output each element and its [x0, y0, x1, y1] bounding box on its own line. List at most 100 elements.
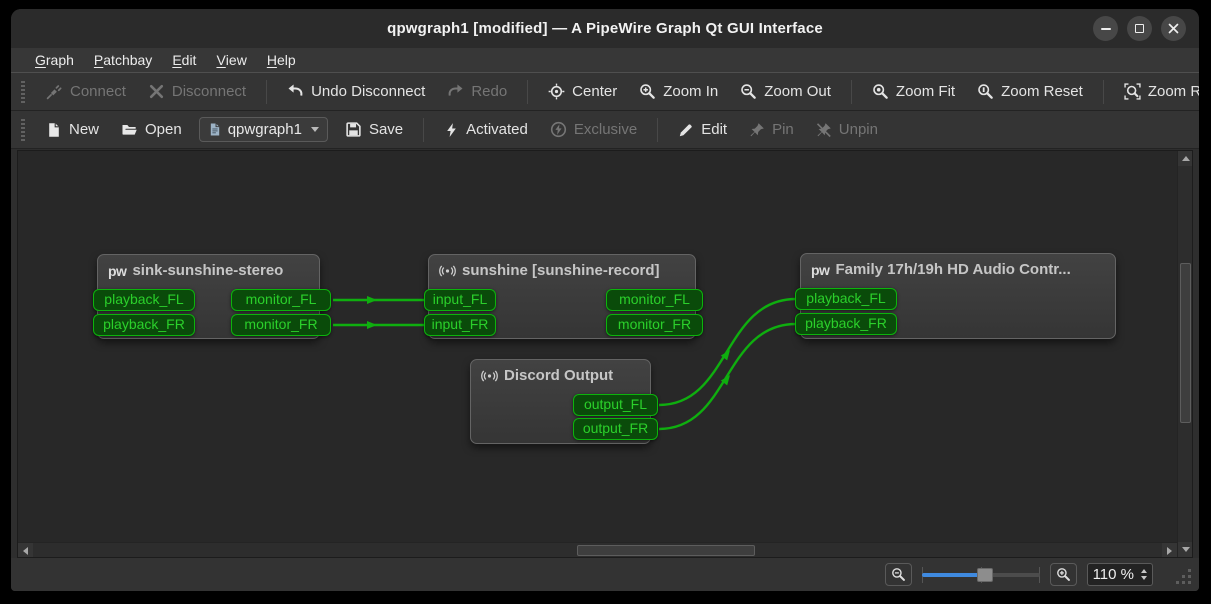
port-out[interactable]: monitor_FL	[606, 289, 703, 311]
save-button[interactable]: Save	[336, 116, 412, 143]
titlebar[interactable]: qpwgraph1 [modified] — A PipeWire Graph …	[11, 9, 1199, 48]
zoom-range-button[interactable]: Zoom Range	[1115, 78, 1199, 105]
exclusive-bolt-icon	[550, 121, 566, 138]
port-in[interactable]: playback_FR	[795, 313, 897, 335]
exclusive-toggle[interactable]: Exclusive	[541, 116, 646, 143]
toolbar-separator	[527, 79, 529, 104]
zoom-out-icon	[741, 84, 757, 99]
menubar: Graph Patchbay Edit View Help	[11, 48, 1199, 73]
undo-icon	[288, 84, 303, 96]
menu-help[interactable]: Help	[257, 48, 306, 72]
scroll-up-button[interactable]	[1178, 151, 1192, 166]
resize-grip[interactable]	[1176, 569, 1192, 585]
spin-up-icon[interactable]	[1141, 569, 1147, 573]
slider-fill	[922, 572, 985, 577]
connections-layer	[332, 296, 797, 431]
pin-button[interactable]: Pin	[740, 116, 803, 143]
scroll-left-button[interactable]	[18, 543, 33, 557]
zoom-out-icon	[892, 568, 905, 581]
port-in[interactable]: input_FL	[424, 289, 496, 311]
zoom-out-button[interactable]: Zoom Out	[731, 78, 840, 105]
center-icon	[548, 83, 565, 100]
connection-wire	[658, 322, 797, 431]
minimize-button[interactable]	[1093, 16, 1118, 41]
center-button[interactable]: Center	[539, 78, 626, 105]
zoom-out-label: Zoom Out	[764, 83, 831, 100]
arrow-down-icon	[1181, 547, 1190, 552]
node-title: Family 17h/19h HD Audio Contr...	[835, 261, 1071, 278]
horizontal-scroll-thumb[interactable]	[577, 545, 755, 556]
maximize-button[interactable]	[1127, 16, 1152, 41]
arrow-right-icon	[1167, 546, 1172, 555]
menu-graph[interactable]: Graph	[25, 48, 84, 72]
port-in[interactable]: playback_FR	[93, 314, 195, 336]
pin-label: Pin	[772, 121, 794, 138]
patchbay-selector[interactable]: qpwgraph1	[198, 117, 328, 142]
zoom-fit-button[interactable]: Zoom Fit	[863, 78, 964, 105]
toolbar-separator	[850, 79, 852, 104]
zoom-slider[interactable]	[922, 565, 1040, 585]
port-in[interactable]: playback_FL	[795, 288, 897, 310]
menu-view[interactable]: View	[206, 48, 256, 72]
port-out[interactable]: monitor_FL	[231, 289, 331, 311]
node-title: sink-sunshine-stereo	[132, 262, 284, 279]
app-window: qpwgraph1 [modified] — A PipeWire Graph …	[11, 9, 1199, 591]
wire-arrow-icon	[367, 321, 377, 329]
spin-down-icon[interactable]	[1141, 576, 1147, 580]
zoom-in-button[interactable]: Zoom In	[630, 78, 727, 105]
statusbar: 110 %	[11, 558, 1199, 591]
port-in[interactable]: playback_FL	[93, 289, 195, 311]
menu-edit[interactable]: Edit	[162, 48, 206, 72]
connect-label: Connect	[70, 83, 126, 100]
patchbay-selector-value: qpwgraph1	[227, 121, 302, 138]
port-out[interactable]: monitor_FR	[231, 314, 331, 336]
new-button[interactable]: New	[37, 116, 108, 143]
toolbar-drag-handle[interactable]	[21, 118, 25, 141]
toolbar-graph: Connect Disconnect Undo Disconnect Redo …	[11, 73, 1199, 111]
port-out[interactable]: output_FR	[573, 418, 658, 440]
undo-button[interactable]: Undo Disconnect	[278, 78, 434, 105]
zoom-percent-value: 110 %	[1092, 566, 1134, 583]
zoom-percent-spinbox[interactable]: 110 %	[1087, 563, 1153, 586]
toolbar-drag-handle[interactable]	[21, 80, 25, 103]
pipewire-icon: pw	[108, 262, 127, 279]
toolbar-separator	[423, 117, 425, 142]
open-button[interactable]: Open	[112, 116, 191, 143]
edit-button[interactable]: Edit	[669, 116, 736, 143]
port-out[interactable]: output_FL	[573, 394, 658, 416]
disconnect-button[interactable]: Disconnect	[139, 78, 255, 105]
vertical-scroll-thumb[interactable]	[1180, 263, 1191, 423]
unpin-button[interactable]: Unpin	[807, 116, 887, 143]
open-label: Open	[145, 121, 182, 138]
close-button[interactable]	[1161, 16, 1186, 41]
statusbar-zoom-in-button[interactable]	[1050, 563, 1077, 586]
horizontal-scrollbar[interactable]	[18, 542, 1177, 557]
scroll-down-button[interactable]	[1178, 542, 1192, 557]
save-icon	[346, 122, 361, 137]
toolbar-separator	[266, 79, 268, 104]
center-label: Center	[572, 83, 618, 100]
redo-button[interactable]: Redo	[438, 78, 516, 105]
disconnect-label: Disconnect	[171, 83, 247, 100]
zoom-in-icon	[640, 84, 656, 99]
arrow-up-icon	[1181, 156, 1190, 161]
zoom-in-label: Zoom In	[663, 83, 719, 100]
statusbar-zoom-out-button[interactable]	[885, 563, 912, 586]
new-file-icon	[49, 122, 59, 137]
zoom-reset-button[interactable]: Zoom Reset	[968, 78, 1092, 105]
menu-patchbay[interactable]: Patchbay	[84, 48, 162, 72]
slider-handle[interactable]	[976, 567, 993, 582]
window-title: qpwgraph1 [modified] — A PipeWire Graph …	[387, 20, 823, 37]
unpin-label: Unpin	[838, 121, 878, 138]
zoom-fit-label: Zoom Fit	[895, 83, 956, 100]
scroll-right-button[interactable]	[1162, 543, 1177, 557]
connect-button[interactable]: Connect	[37, 78, 135, 105]
redo-icon	[448, 84, 463, 96]
port-in[interactable]: input_FR	[424, 314, 496, 336]
vertical-scrollbar[interactable]	[1177, 151, 1192, 557]
graph-canvas[interactable]: pw sink-sunshine-stereo sunshine [sunshi…	[17, 150, 1193, 558]
activated-toggle[interactable]: Activated	[435, 116, 537, 143]
edit-pencil-icon	[680, 123, 692, 136]
port-out[interactable]: monitor_FR	[606, 314, 703, 336]
maximize-icon	[1135, 24, 1144, 33]
